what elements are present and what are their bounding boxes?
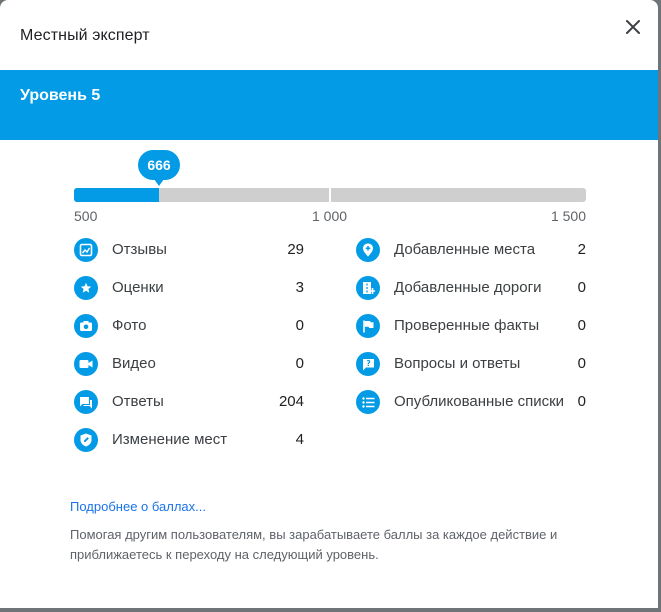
star-icon: [74, 276, 98, 300]
add-place-icon: [356, 238, 380, 262]
stat-value: 204: [278, 393, 304, 410]
stat-label: Изменение мест: [112, 431, 228, 448]
stat-row-checked-facts: Проверенные факты 0: [356, 307, 586, 345]
points-explanation: Помогая другим пользователям, вы зарабат…: [70, 527, 558, 562]
stat-value: 29: [287, 241, 304, 258]
list-icon: [356, 390, 380, 414]
flag-icon: [356, 314, 380, 338]
points-bubble: 666: [138, 150, 180, 186]
stat-row-videos: Видео 0: [74, 345, 304, 383]
stat-row-reviews: Отзывы 29: [74, 231, 304, 269]
progress-max-label: 1 500: [550, 208, 586, 224]
stat-label: Добавленные места: [394, 241, 536, 258]
stat-label: Опубликованные списки: [394, 393, 565, 410]
stat-value: 0: [577, 393, 586, 410]
stat-label: Вопросы и ответы: [394, 355, 521, 372]
stat-label: Ответы: [112, 393, 164, 410]
stat-row-published-lists: Опубликованные списки 0: [356, 383, 586, 421]
stat-row-answers: Ответы 204: [74, 383, 304, 421]
stat-row-photos: Фото 0: [74, 307, 304, 345]
level-title: Уровень 5: [20, 87, 101, 104]
review-icon: [74, 238, 98, 262]
edit-place-icon: [74, 428, 98, 452]
dialog-title: Местный эксперт: [20, 27, 150, 44]
progress-fill: [74, 188, 159, 202]
level-band: Уровень 5: [0, 70, 658, 140]
stat-value: 0: [577, 317, 586, 334]
level-progress: 666 500 1 000 1 500: [74, 150, 586, 230]
stat-label: Отзывы: [112, 241, 167, 258]
stat-label: Оценки: [112, 279, 164, 296]
stat-row-qa: ? Вопросы и ответы 0: [356, 345, 586, 383]
stat-value: 0: [577, 279, 586, 296]
stat-value: 0: [295, 355, 304, 372]
stat-row-ratings: Оценки 3: [74, 269, 304, 307]
stats-right: Добавленные места 2 Добавленные дороги 0…: [356, 231, 586, 421]
close-icon: [626, 20, 640, 34]
stat-label: Видео: [112, 355, 156, 372]
stat-value: 2: [577, 241, 586, 258]
close-button[interactable]: [620, 14, 646, 40]
stat-row-place-edits: Изменение мест 4: [74, 421, 304, 459]
stat-label: Добавленные дороги: [394, 279, 542, 296]
answers-icon: [74, 390, 98, 414]
stat-label: Фото: [112, 317, 147, 334]
progress-track: [74, 188, 586, 202]
dialog-header: Местный эксперт: [0, 0, 658, 70]
add-road-icon: [356, 276, 380, 300]
stat-value: 0: [295, 317, 304, 334]
progress-mid-label: 1 000: [312, 208, 348, 224]
stat-value: 4: [295, 431, 304, 448]
stat-row-added-roads: Добавленные дороги 0: [356, 269, 586, 307]
stat-value: 3: [295, 279, 304, 296]
stats-left: Отзывы 29 Оценки 3 Фото 0 Видео 0 Ответы…: [74, 231, 304, 459]
points-info-link[interactable]: Подробнее о баллах...: [70, 499, 206, 514]
stat-row-added-places: Добавленные места 2: [356, 231, 586, 269]
svg-text:?: ?: [366, 359, 370, 368]
local-guide-dialog: Местный эксперт Уровень 5 666 500 1 000 …: [0, 0, 658, 608]
video-icon: [74, 352, 98, 376]
stat-label: Проверенные факты: [394, 317, 540, 334]
progress-divider: [329, 188, 331, 202]
stat-value: 0: [577, 355, 586, 372]
progress-min-label: 500: [74, 208, 98, 224]
camera-icon: [74, 314, 98, 338]
qa-icon: ?: [356, 352, 380, 376]
